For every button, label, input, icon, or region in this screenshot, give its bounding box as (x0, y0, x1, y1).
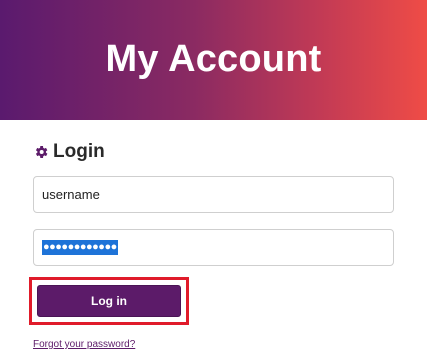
password-value: ●●●●●●●●●●●● (42, 240, 118, 255)
login-page: My Account Login username ●●●●●●●●●●●● L… (0, 0, 427, 361)
forgot-password-link[interactable]: Forgot your password? (33, 339, 135, 350)
header-banner: My Account (0, 0, 427, 120)
page-title: My Account (105, 37, 322, 80)
username-field[interactable]: username (33, 176, 394, 213)
login-heading: Login (33, 141, 105, 163)
password-field[interactable]: ●●●●●●●●●●●● (33, 229, 394, 266)
username-value: username (42, 187, 100, 202)
highlight-frame: Log in (29, 277, 189, 325)
login-heading-label: Login (53, 141, 105, 162)
gear-icon (35, 146, 48, 158)
login-button[interactable]: Log in (37, 285, 181, 317)
